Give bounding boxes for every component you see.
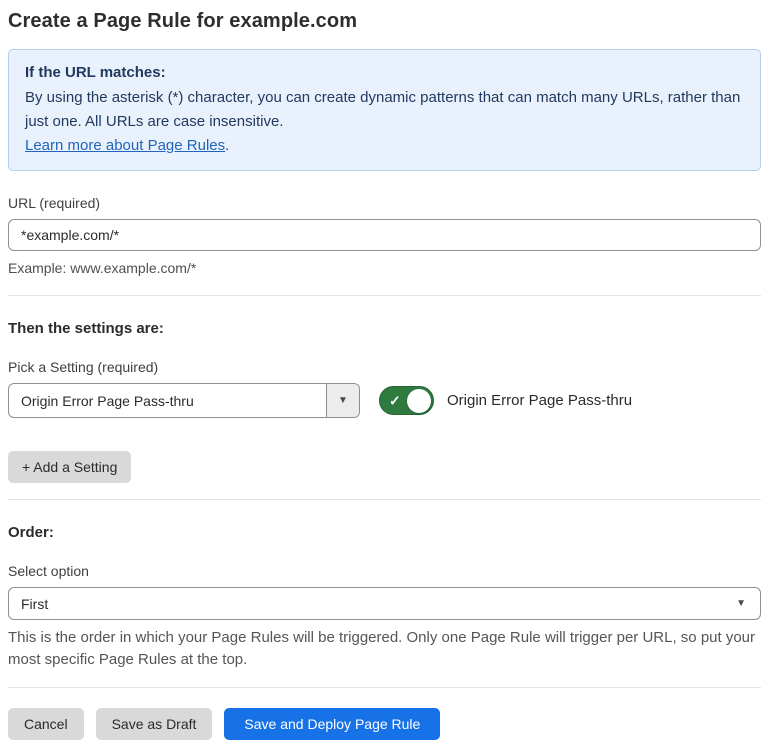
url-match-info-callout: If the URL matches: By using the asteris… (8, 49, 761, 171)
setting-dropdown-button[interactable]: ▼ (326, 384, 359, 417)
setting-dropdown-value: Origin Error Page Pass-thru (21, 392, 194, 409)
caret-down-icon: ▼ (736, 597, 746, 609)
page-title: Create a Page Rule for example.com (8, 10, 358, 32)
divider (8, 295, 761, 296)
url-field-label: URL (required) (8, 195, 101, 211)
origin-error-passthru-toggle[interactable]: ✓ (379, 386, 434, 415)
divider (8, 687, 761, 688)
footer-actions: Cancel Save as Draft Save and Deploy Pag… (8, 708, 761, 740)
settings-section-heading: Then the settings are: (8, 320, 164, 337)
divider (8, 499, 761, 500)
check-icon: ✓ (389, 392, 401, 409)
toggle-knob (407, 388, 431, 413)
order-select-value: First (21, 595, 49, 612)
url-example-helper: Example: www.example.com/* (8, 260, 197, 276)
save-and-deploy-button[interactable]: Save and Deploy Page Rule (224, 708, 441, 740)
cancel-button[interactable]: Cancel (8, 708, 84, 740)
order-select-label: Select option (8, 563, 89, 579)
info-callout-body: By using the asterisk (*) character, you… (25, 89, 741, 130)
caret-down-icon: ▼ (338, 394, 348, 406)
setting-row: Origin Error Page Pass-thru ▼ ✓ Origin E… (8, 383, 761, 418)
setting-dropdown[interactable]: Origin Error Page Pass-thru ▼ (8, 383, 360, 418)
pick-setting-label: Pick a Setting (required) (8, 359, 159, 375)
save-as-draft-button[interactable]: Save as Draft (95, 708, 213, 740)
toggle-label: Origin Error Page Pass-thru (447, 392, 633, 409)
link-suffix-period: . (225, 137, 230, 154)
order-select[interactable]: First ▼ (8, 587, 761, 620)
url-input[interactable] (8, 219, 761, 251)
order-section-heading: Order: (8, 524, 54, 541)
learn-more-link[interactable]: Learn more about Page Rules (25, 137, 225, 154)
create-page-rule-panel: Create a Page Rule for example.com If th… (0, 0, 770, 756)
order-helper-text: This is the order in which your Page Rul… (8, 629, 756, 668)
info-callout-heading: If the URL matches: (25, 64, 166, 81)
info-link-line: Learn more about Page Rules. (25, 134, 744, 158)
add-setting-button[interactable]: + Add a Setting (8, 451, 132, 483)
